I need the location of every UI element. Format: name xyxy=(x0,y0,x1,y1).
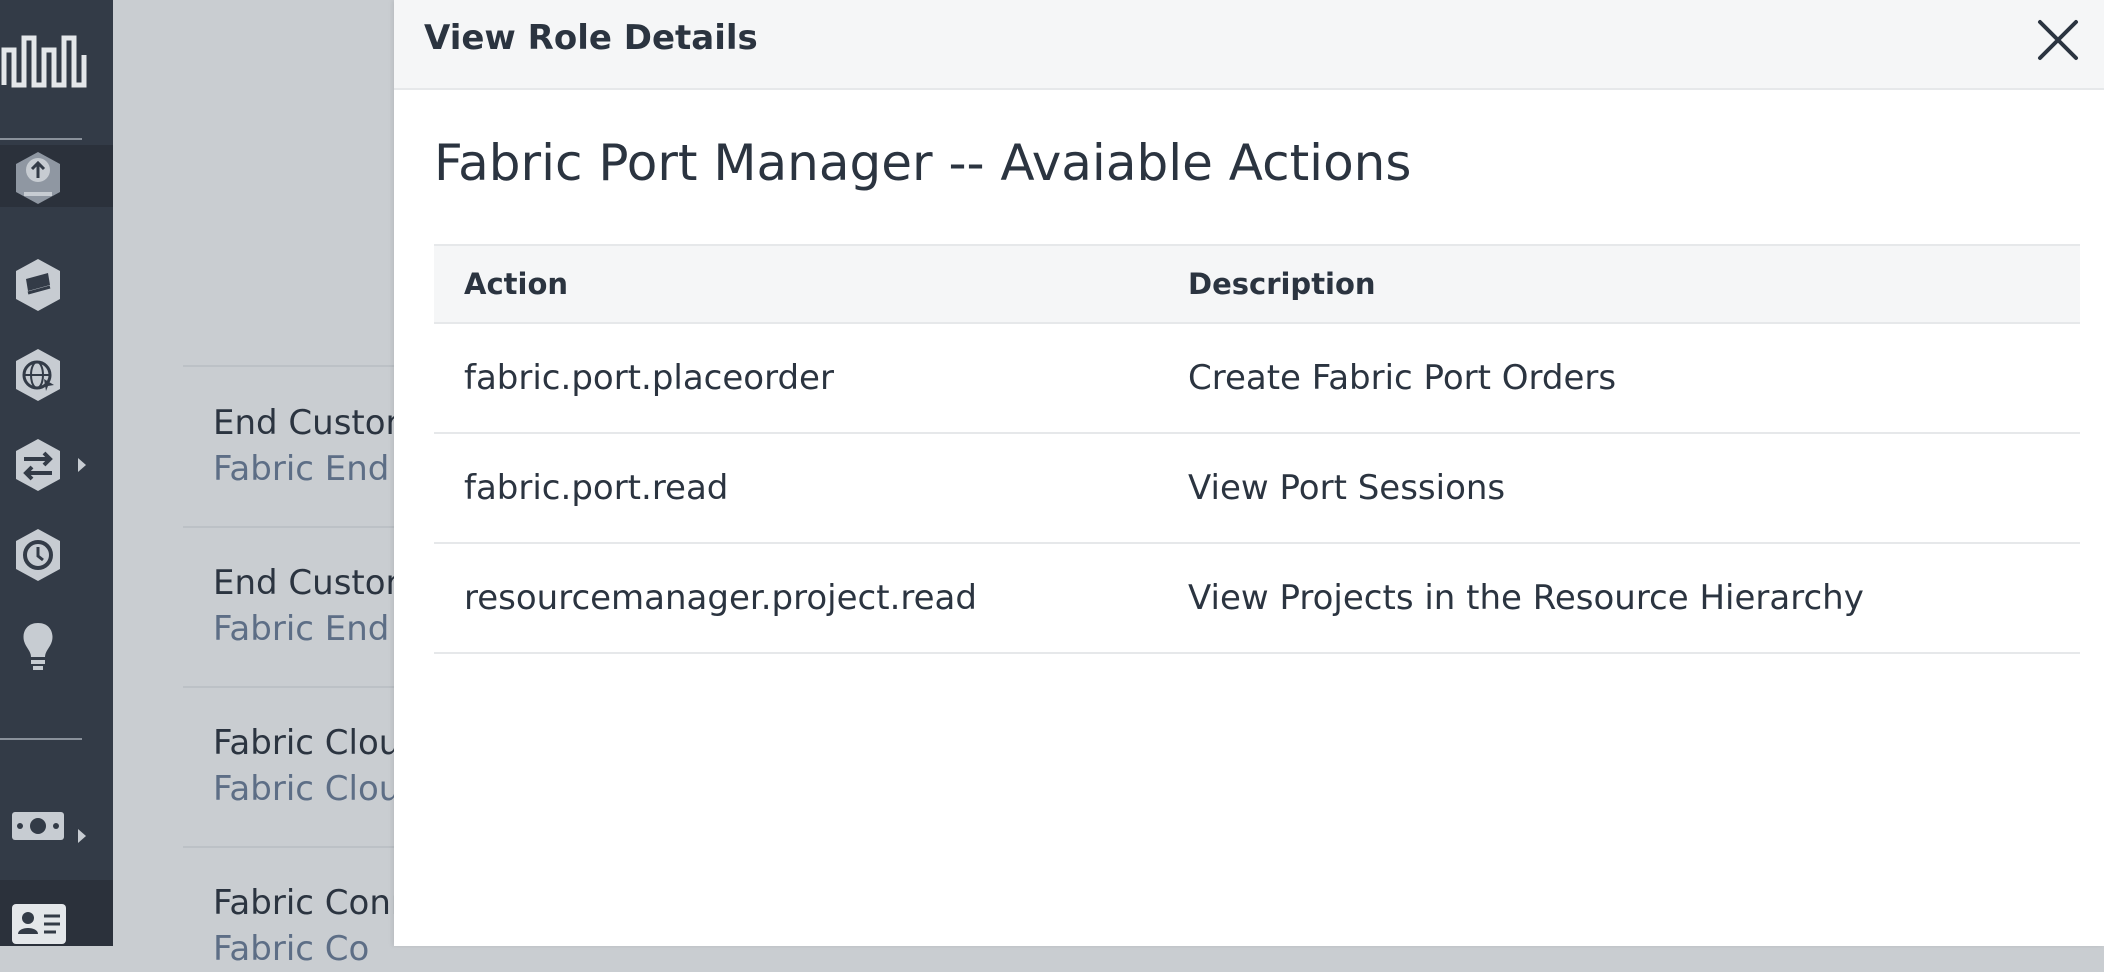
upload-network-icon[interactable] xyxy=(12,148,64,208)
contact-card-icon[interactable] xyxy=(10,900,68,946)
stack-icon[interactable] xyxy=(12,255,64,315)
equinix-logo-icon[interactable] xyxy=(0,30,90,100)
column-header-action: Action xyxy=(434,244,1158,324)
action-cell: resourcemanager.project.read xyxy=(434,543,1158,654)
column-header-description: Description xyxy=(1158,244,2080,324)
action-cell: fabric.port.placeorder xyxy=(434,323,1158,434)
left-nav xyxy=(0,0,113,946)
description-cell: View Projects in the Resource Hierarchy xyxy=(1158,543,2080,654)
table-row: fabric.port.read View Port Sessions xyxy=(434,433,2080,544)
page-title: Fabric Port Manager -- Avaiable Actions xyxy=(434,134,1412,192)
drawer-title: View Role Details xyxy=(424,18,758,58)
table-row: resourcemanager.project.read View Projec… xyxy=(434,543,2080,654)
list-separator xyxy=(183,846,423,848)
transfer-icon[interactable] xyxy=(12,435,64,495)
description-cell: Create Fabric Port Orders xyxy=(1158,323,2080,434)
billing-expand-chevron-icon[interactable] xyxy=(78,829,86,843)
role-details-drawer: View Role Details Fabric Port Manager --… xyxy=(394,0,2104,946)
list-separator xyxy=(183,526,423,528)
nav-divider-bottom xyxy=(0,738,82,740)
nav-divider xyxy=(0,138,82,140)
background-page: End Custon Fabric End End Custon Fabric … xyxy=(113,0,423,969)
list-separator xyxy=(183,686,423,688)
actions-table: Action Description fabric.port.placeorde… xyxy=(434,244,2080,654)
lightbulb-icon[interactable] xyxy=(12,615,64,675)
clock-icon[interactable] xyxy=(12,525,64,585)
table-header-row: Action Description xyxy=(434,244,2080,324)
close-icon[interactable] xyxy=(2034,16,2082,64)
list-separator xyxy=(183,365,423,367)
transfer-expand-chevron-icon[interactable] xyxy=(78,458,86,472)
description-cell: View Port Sessions xyxy=(1158,433,2080,544)
billing-icon[interactable] xyxy=(10,806,66,846)
globe-cursor-icon[interactable] xyxy=(12,345,64,405)
table-row: fabric.port.placeorder Create Fabric Por… xyxy=(434,323,2080,434)
action-cell: fabric.port.read xyxy=(434,433,1158,544)
drawer-header: View Role Details xyxy=(394,0,2104,90)
